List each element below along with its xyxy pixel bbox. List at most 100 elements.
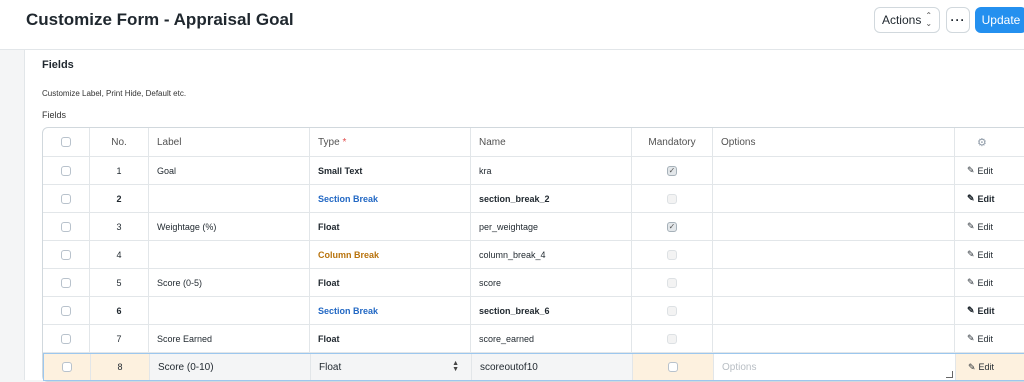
table-row[interactable]: 6 Section Break section_break_6 ✎ Edit <box>43 297 1024 325</box>
row-select-cell <box>43 157 90 184</box>
row-checkbox[interactable] <box>61 221 71 232</box>
pencil-icon: ✎ <box>967 193 975 203</box>
mandatory-checkbox[interactable] <box>667 277 677 288</box>
table-row-active[interactable]: 8 Score (0-10) Float ▲ ▼ scoreoutof10 Opt… <box>43 353 1024 381</box>
section-description: Customize Label, Print Hide, Default etc… <box>42 89 187 98</box>
row-edit-button[interactable]: ✎ Edit <box>955 185 1024 212</box>
row-type[interactable]: Float <box>310 213 471 240</box>
row-no: 6 <box>90 297 149 324</box>
row-name[interactable]: per_weightage <box>471 213 632 240</box>
row-label[interactable]: Goal <box>149 157 310 184</box>
mandatory-checkbox[interactable] <box>668 362 678 372</box>
row-name[interactable]: section_break_6 <box>471 297 632 324</box>
row-options[interactable] <box>713 269 955 296</box>
row-edit-button[interactable]: ✎ Edit <box>955 213 1024 240</box>
header-type-label: Type <box>318 136 340 148</box>
row-label[interactable]: Score Earned <box>149 325 310 352</box>
more-options-button[interactable]: ··· <box>946 7 970 33</box>
row-options[interactable] <box>713 185 955 212</box>
table-row[interactable]: 7 Score Earned Float score_earned ✎ Edit <box>43 325 1024 353</box>
edit-label: Edit <box>977 277 994 288</box>
row-name[interactable]: score_earned <box>471 325 632 352</box>
row-no: 3 <box>90 213 149 240</box>
fields-table-label: Fields <box>42 110 67 120</box>
row-label[interactable]: Score (0-5) <box>149 269 310 296</box>
mandatory-checkbox[interactable] <box>667 305 677 316</box>
row-mandatory-cell: ✓ <box>632 157 713 184</box>
row-options[interactable] <box>713 157 955 184</box>
edit-label: Edit <box>977 249 994 260</box>
row-edit-button[interactable]: ✎ Edit <box>955 157 1024 184</box>
row-type[interactable]: Float <box>310 269 471 296</box>
row-label[interactable] <box>149 185 310 212</box>
options-textarea[interactable]: Options <box>714 354 956 380</box>
row-select-cell <box>44 354 91 380</box>
actions-button[interactable]: Actions ⌃ ⌄ <box>874 7 940 33</box>
pencil-icon: ✎ <box>967 305 975 315</box>
name-input[interactable]: scoreoutof10 <box>472 354 633 380</box>
resize-handle-icon[interactable] <box>946 371 953 378</box>
row-checkbox[interactable] <box>61 193 71 204</box>
row-edit-button[interactable]: ✎ Edit <box>955 325 1024 352</box>
row-options[interactable] <box>713 213 955 240</box>
column-settings[interactable]: ⚙ <box>955 128 1024 156</box>
row-type[interactable]: Small Text <box>310 157 471 184</box>
mandatory-checkbox[interactable] <box>667 249 677 260</box>
row-name[interactable]: kra <box>471 157 632 184</box>
row-mandatory-cell <box>632 297 713 324</box>
row-label[interactable]: Weightage (%) <box>149 213 310 240</box>
row-checkbox[interactable] <box>61 305 71 316</box>
pencil-icon: ✎ <box>967 165 975 175</box>
row-type[interactable]: Float <box>310 325 471 352</box>
table-row[interactable]: 2 Section Break section_break_2 ✎ Edit <box>43 185 1024 213</box>
select-all-checkbox[interactable] <box>61 137 71 147</box>
row-label[interactable] <box>149 297 310 324</box>
header-name: Name <box>471 128 632 156</box>
row-no: 1 <box>90 157 149 184</box>
row-mandatory-cell <box>632 185 713 212</box>
mandatory-checkbox[interactable] <box>667 193 677 204</box>
mandatory-checkbox[interactable]: ✓ <box>667 165 677 176</box>
row-edit-button[interactable]: ✎ Edit <box>956 354 1024 380</box>
gear-icon[interactable]: ⚙ <box>977 136 987 149</box>
header-no: No. <box>90 128 149 156</box>
row-options[interactable] <box>713 325 955 352</box>
row-checkbox[interactable] <box>61 333 71 344</box>
row-mandatory-cell <box>633 354 714 380</box>
row-checkbox[interactable] <box>61 249 71 260</box>
row-name[interactable]: section_break_2 <box>471 185 632 212</box>
row-type[interactable]: Section Break <box>310 185 471 212</box>
row-mandatory-cell <box>632 269 713 296</box>
row-select-cell <box>43 241 90 268</box>
update-button[interactable]: Update <box>975 7 1024 33</box>
row-label[interactable] <box>149 241 310 268</box>
table-row[interactable]: 4 Column Break column_break_4 ✎ Edit <box>43 241 1024 269</box>
row-no: 5 <box>90 269 149 296</box>
mandatory-checkbox[interactable] <box>667 333 677 344</box>
table-row[interactable]: 3 Weightage (%) Float per_weightage ✓ ✎ E… <box>43 213 1024 241</box>
row-checkbox[interactable] <box>62 362 72 372</box>
pencil-icon: ✎ <box>967 221 975 231</box>
mandatory-checkbox[interactable]: ✓ <box>667 221 677 232</box>
fields-table: No. Label Type * Name Mandatory Options … <box>42 127 1024 382</box>
row-name[interactable]: score <box>471 269 632 296</box>
table-row[interactable]: 1 Goal Small Text kra ✓ ✎ Edit <box>43 157 1024 185</box>
edit-label: Edit <box>977 165 994 176</box>
row-options[interactable] <box>713 241 955 268</box>
edit-label: Edit <box>978 362 995 372</box>
pencil-icon: ✎ <box>967 249 975 259</box>
row-checkbox[interactable] <box>61 165 71 176</box>
label-input[interactable]: Score (0-10) <box>150 354 311 380</box>
row-name[interactable]: column_break_4 <box>471 241 632 268</box>
row-select-cell <box>43 297 90 324</box>
row-checkbox[interactable] <box>61 277 71 288</box>
row-options[interactable] <box>713 297 955 324</box>
row-type[interactable]: Section Break <box>310 297 471 324</box>
pencil-icon: ✎ <box>968 361 976 372</box>
row-edit-button[interactable]: ✎ Edit <box>955 241 1024 268</box>
type-select[interactable]: Float ▲ ▼ <box>311 354 472 380</box>
table-row[interactable]: 5 Score (0-5) Float score ✎ Edit <box>43 269 1024 297</box>
row-type[interactable]: Column Break <box>310 241 471 268</box>
row-edit-button[interactable]: ✎ Edit <box>955 269 1024 296</box>
row-edit-button[interactable]: ✎ Edit <box>955 297 1024 324</box>
